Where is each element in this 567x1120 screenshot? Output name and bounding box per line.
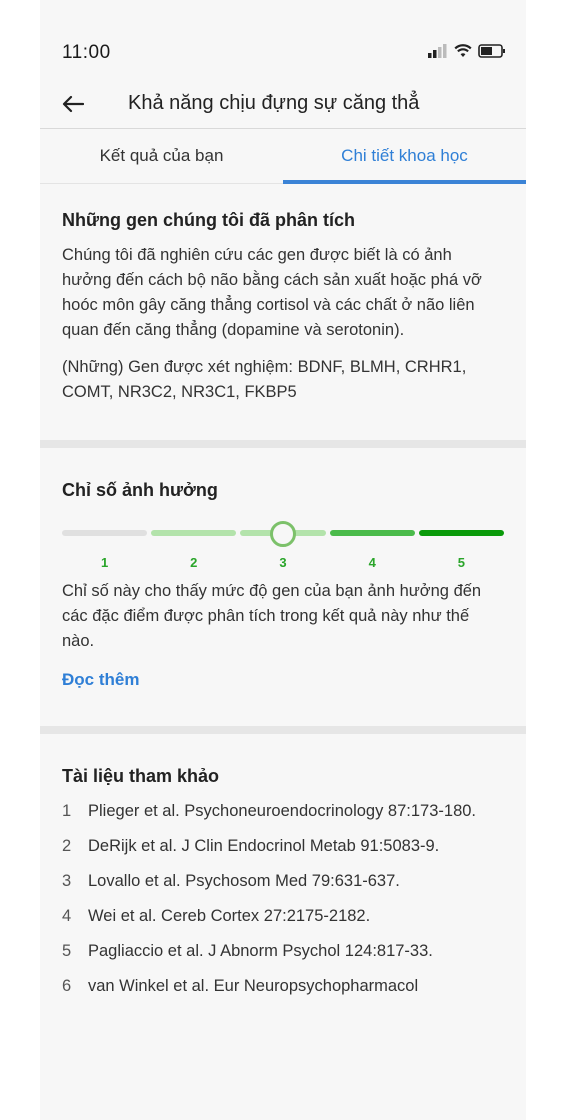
tab-scientific-details[interactable]: Chi tiết khoa học (283, 129, 526, 184)
reference-number: 4 (62, 907, 72, 925)
scale-label-4: 4 (368, 555, 376, 570)
section-divider (40, 726, 526, 734)
battery-icon (478, 44, 505, 58)
reference-item: 5 Pagliaccio et al. J Abnorm Psychol 124… (62, 939, 504, 964)
app-screen: 11:00 Khả năng chịu đựng sự căng thẳ Kết… (40, 0, 526, 1120)
reference-text[interactable]: Pagliaccio et al. J Abnorm Psychol 124:8… (88, 939, 504, 964)
genes-description: Chúng tôi đã nghiên cứu các gen được biế… (62, 246, 482, 339)
reference-item: 3 Lovallo et al. Psychosom Med 79:631-63… (62, 869, 504, 894)
reference-item: 6 van Winkel et al. Eur Neuropsychopharm… (62, 974, 504, 999)
reference-text[interactable]: Wei et al. Cereb Cortex 27:2175-2182. (88, 904, 504, 929)
scale-segment-4 (329, 530, 415, 536)
reference-text[interactable]: Plieger et al. Psychoneuroendocrinology … (88, 799, 504, 824)
references-list: 1 Plieger et al. Psychoneuroendocrinolog… (62, 799, 504, 999)
impact-section: Chỉ số ảnh hưởng 1 2 3 4 5 Chỉ số này cho th… (40, 448, 526, 726)
reference-number: 5 (62, 942, 72, 960)
scale-segment-5 (418, 530, 504, 536)
app-header: Khả năng chịu đựng sự căng thẳ (40, 90, 526, 129)
status-icons (428, 44, 506, 58)
signal-icon (428, 44, 447, 58)
reference-text[interactable]: DeRijk et al. J Clin Endocrinol Metab 91… (88, 834, 504, 859)
reference-number: 6 (62, 977, 72, 995)
scale-label-2: 2 (190, 555, 198, 570)
scale-label-3: 3 (279, 555, 287, 570)
scale-segment-2 (151, 530, 237, 536)
reference-number: 2 (62, 837, 72, 855)
back-button[interactable] (62, 90, 88, 118)
section-divider (40, 440, 526, 448)
reference-number: 1 (62, 802, 72, 820)
scale-label-1: 1 (100, 555, 109, 570)
reference-item: 2 DeRijk et al. J Clin Endocrinol Metab … (62, 834, 504, 859)
wifi-icon (454, 44, 472, 57)
reference-text[interactable]: van Winkel et al. Eur Neuropsychopharmac… (88, 974, 504, 999)
genes-section: Những gen chúng tôi đã phân tích Chúng t… (40, 184, 526, 440)
impact-scale: 1 2 3 4 5 (62, 515, 504, 579)
page-title: Khả năng chịu đựng sự căng thẳ (128, 92, 420, 114)
reference-item: 4 Wei et al. Cereb Cortex 27:2175-2182. (62, 904, 504, 929)
references-title: Tài liệu tham khảo (62, 766, 220, 786)
reference-item: 1 Plieger et al. Psychoneuroendocrinolog… (62, 799, 504, 824)
reference-text[interactable]: Lovallo et al. Psychosom Med 79:631-637. (88, 869, 504, 894)
tab-your-results[interactable]: Kết quả của bạn (40, 129, 283, 183)
status-time: 11:00 (62, 42, 111, 63)
impact-title: Chỉ số ảnh hưởng (62, 480, 218, 500)
tab-bar: Kết quả của bạn Chi tiết khoa học (40, 129, 526, 184)
arrow-left-icon (62, 95, 84, 113)
impact-description: Chỉ số này cho thấy mức độ gen của bạn ả… (62, 582, 482, 650)
scale-indicator (270, 521, 296, 547)
genes-title: Những gen chúng tôi đã phân tích (62, 210, 356, 230)
tested-genes: (Những) Gen được xét nghiệm: BDNF, BLMH,… (62, 358, 467, 401)
status-bar: 11:00 (40, 0, 526, 90)
scale-label-5: 5 (457, 555, 465, 570)
scale-segment-1 (62, 530, 148, 536)
references-section: Tài liệu tham khảo 1 Plieger et al. Psyc… (40, 734, 526, 999)
read-more-link[interactable]: Đọc thêm (62, 670, 139, 690)
reference-number: 3 (62, 872, 72, 890)
